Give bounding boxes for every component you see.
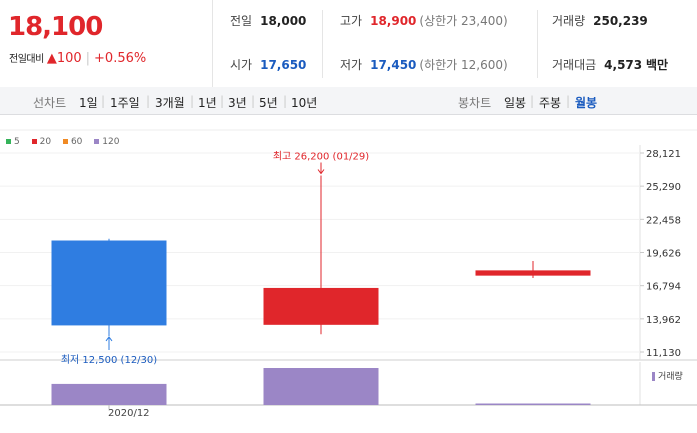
y-tick-label: 22,458 (646, 215, 681, 226)
volume-legend-label: 거래량 (658, 372, 683, 382)
volume-legend: 거래량 (652, 369, 683, 382)
volume-swatch (652, 372, 655, 381)
y-tick-label: 13,962 (646, 315, 681, 326)
y-tick-label: 11,130 (646, 348, 681, 359)
y-tick-label: 19,626 (646, 248, 681, 259)
candle-body (475, 270, 591, 276)
candle-body (51, 240, 167, 326)
candlestick-chart: 28,121 25,290 22,458 19,626 16,794 13,962 11,1… (0, 129, 697, 409)
max-price-annotation: 최고 26,200 (01/29) (273, 150, 369, 162)
volume-bar (475, 403, 591, 405)
x-tick-label: 2020/12 (108, 408, 150, 419)
volume-bar (51, 383, 167, 405)
volume-bar (263, 368, 379, 405)
candle-body (263, 287, 379, 325)
y-tick-label: 28,121 (646, 149, 681, 160)
min-price-annotation: 최저 12,500 (12/30) (61, 354, 157, 366)
y-tick-label: 16,794 (646, 282, 681, 293)
y-tick-label: 25,290 (646, 182, 681, 193)
